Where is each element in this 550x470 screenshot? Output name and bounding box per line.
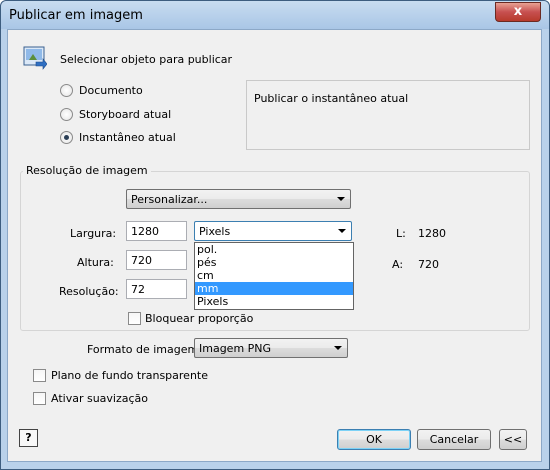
unit-selected-value: Pixels — [199, 225, 231, 238]
format-value: Imagem PNG — [199, 342, 272, 355]
collapse-button[interactable]: << — [499, 429, 527, 450]
description-text: Publicar o instantâneo atual — [254, 92, 409, 105]
height-input[interactable]: 720 — [126, 250, 187, 270]
unit-option-pixels[interactable]: Pixels — [195, 295, 353, 308]
transparent-background-label[interactable]: Plano de fundo transparente — [51, 369, 208, 382]
radio-instantaneo-atual[interactable] — [60, 131, 73, 144]
width-label: Largura: — [70, 227, 117, 240]
format-dropdown[interactable]: Imagem PNG — [194, 338, 348, 358]
width-input[interactable]: 1280 — [126, 221, 187, 241]
lock-proportion-checkbox[interactable] — [128, 312, 141, 325]
transparent-background-checkbox[interactable] — [33, 369, 46, 382]
window-title: Publicar em imagem — [9, 8, 143, 23]
summary-height-value: 720 — [418, 258, 439, 271]
chevron-down-icon — [334, 346, 342, 350]
smoothing-checkbox[interactable] — [33, 392, 46, 405]
description-panel: Publicar o instantâneo atual — [246, 80, 530, 150]
ok-button[interactable]: OK — [337, 429, 411, 450]
format-label: Formato de imagem: — [87, 343, 202, 356]
smoothing-label[interactable]: Ativar suavização — [51, 392, 148, 405]
resolution-input[interactable]: 72 — [126, 279, 187, 299]
unit-option-mm[interactable]: mm — [195, 282, 353, 295]
preset-value: Personalizar... — [131, 193, 208, 206]
title-bar[interactable]: Publicar em imagem x — [1, 1, 549, 29]
radio-storyboard-atual-label[interactable]: Storyboard atual — [79, 108, 171, 121]
resolution-group-title: Resolução de imagem — [23, 164, 151, 177]
help-button[interactable]: ? — [19, 429, 38, 447]
unit-option-cm[interactable]: cm — [195, 269, 353, 282]
radio-documento-label[interactable]: Documento — [79, 84, 143, 97]
unit-dropdown[interactable]: Pixels — [194, 221, 352, 241]
height-label: Altura: — [77, 256, 114, 269]
summary-height-label: A: — [392, 258, 404, 271]
unit-option-pes[interactable]: pés — [195, 256, 353, 269]
select-object-label: Selecionar objeto para publicar — [60, 53, 233, 66]
radio-documento[interactable] — [60, 84, 73, 97]
chevron-down-icon — [338, 229, 346, 233]
cancel-button[interactable]: Cancelar — [417, 429, 491, 450]
radio-storyboard-atual[interactable] — [60, 108, 73, 121]
close-button[interactable]: x — [495, 2, 541, 22]
unit-option-pol[interactable]: pol. — [195, 243, 353, 256]
resolution-label: Resolução: — [59, 285, 119, 298]
summary-width-label: L: — [396, 227, 406, 240]
lock-proportion-label[interactable]: Bloquear proporção — [145, 312, 253, 325]
summary-width-value: 1280 — [418, 227, 446, 240]
publish-image-icon — [23, 46, 47, 70]
radio-instantaneo-atual-label[interactable]: Instantâneo atual — [79, 131, 176, 144]
chevron-down-icon — [337, 197, 345, 201]
preset-dropdown[interactable]: Personalizar... — [126, 189, 351, 209]
unit-dropdown-list: pol. pés cm mm Pixels — [194, 242, 354, 310]
